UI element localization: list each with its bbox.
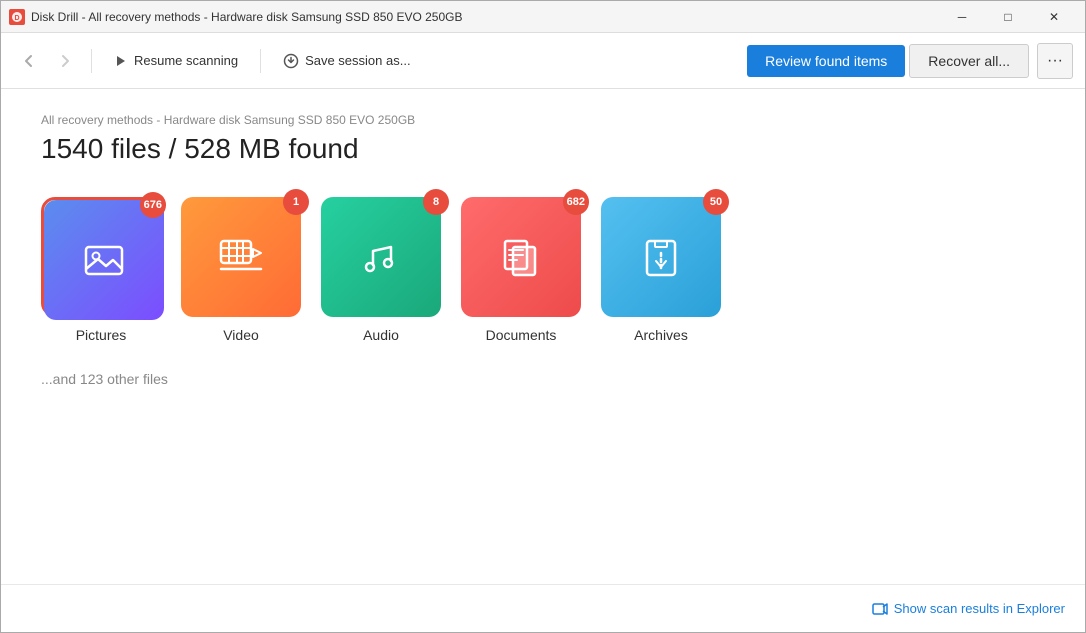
video-label: Video — [223, 327, 259, 343]
other-files-text: ...and 123 other files — [41, 371, 1045, 387]
documents-label: Documents — [486, 327, 557, 343]
category-archives[interactable]: 50 Archives — [601, 197, 721, 343]
show-scan-results-button[interactable]: Show scan results in Explorer — [872, 601, 1065, 617]
close-button[interactable]: ✕ — [1031, 1, 1077, 33]
documents-icon-wrap: 682 — [461, 197, 581, 317]
svg-text:D: D — [14, 15, 19, 22]
breadcrumb: All recovery methods - Hardware disk Sam… — [41, 113, 1045, 127]
toolbar: Resume scanning Save session as... Revie… — [1, 33, 1085, 89]
recover-all-button[interactable]: Recover all... — [909, 44, 1029, 78]
titlebar: D Disk Drill - All recovery methods - Ha… — [1, 1, 1085, 33]
forward-button[interactable] — [49, 45, 81, 77]
window-controls: ─ □ ✕ — [939, 1, 1077, 33]
pictures-icon — [44, 200, 164, 320]
save-session-label: Save session as... — [305, 53, 411, 68]
page-title: 1540 files / 528 MB found — [41, 133, 1045, 165]
category-video[interactable]: 1 Video — [181, 197, 301, 343]
app-window: D Disk Drill - All recovery methods - Ha… — [0, 0, 1086, 633]
audio-icon — [321, 197, 441, 317]
more-options-button[interactable]: ··· — [1037, 43, 1073, 79]
resume-scanning-button[interactable]: Resume scanning — [102, 47, 250, 74]
save-session-button[interactable]: Save session as... — [271, 47, 423, 75]
documents-badge: 682 — [563, 189, 589, 215]
category-audio[interactable]: 8 Audio — [321, 197, 441, 343]
app-icon: D — [9, 9, 25, 25]
show-scan-results-label: Show scan results in Explorer — [894, 601, 1065, 616]
categories-list: 676 Pictures — [41, 197, 1045, 343]
archives-label: Archives — [634, 327, 688, 343]
pictures-label: Pictures — [76, 327, 127, 343]
minimize-button[interactable]: ─ — [939, 1, 985, 33]
category-documents[interactable]: 682 Documents — [461, 197, 581, 343]
back-button[interactable] — [13, 45, 45, 77]
toolbar-separator-1 — [91, 49, 92, 73]
maximize-button[interactable]: □ — [985, 1, 1031, 33]
pictures-badge: 676 — [140, 192, 166, 218]
resume-scanning-label: Resume scanning — [134, 53, 238, 68]
pictures-icon-wrap: 676 — [41, 197, 161, 317]
audio-badge: 8 — [423, 189, 449, 215]
review-found-items-button[interactable]: Review found items — [747, 45, 905, 77]
video-badge: 1 — [283, 189, 309, 215]
category-pictures[interactable]: 676 Pictures — [41, 197, 161, 343]
audio-icon-wrap: 8 — [321, 197, 441, 317]
main-content: All recovery methods - Hardware disk Sam… — [1, 89, 1085, 584]
documents-icon — [461, 197, 581, 317]
archives-badge: 50 — [703, 189, 729, 215]
toolbar-separator-2 — [260, 49, 261, 73]
video-icon-wrap: 1 — [181, 197, 301, 317]
video-icon — [181, 197, 301, 317]
archives-icon-wrap: 50 — [601, 197, 721, 317]
archives-icon — [601, 197, 721, 317]
window-title: Disk Drill - All recovery methods - Hard… — [31, 10, 939, 24]
audio-label: Audio — [363, 327, 399, 343]
footer: Show scan results in Explorer — [1, 584, 1085, 632]
